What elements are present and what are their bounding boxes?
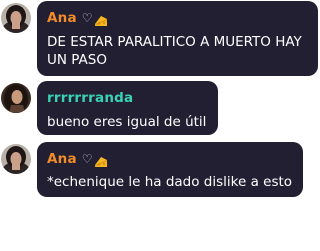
author-name[interactable]: Ana [47, 10, 77, 26]
heart-outline-icon: ♡ [81, 152, 93, 166]
author-row: Ana ♡ [47, 150, 293, 168]
author-name[interactable]: rrrrrrranda [47, 90, 133, 106]
message-text: DE ESTAR PARALITICO A MUERTO HAY UN PASO [47, 34, 302, 68]
chat-log: Ana ♡ DE ESTAR PARALITICO A MUERTO HAY U… [0, 0, 320, 251]
message-bubble: rrrrrrranda bueno eres igual de útil [37, 81, 218, 135]
heart-outline-icon: ♡ [81, 11, 93, 25]
cheese-icon [94, 153, 108, 167]
author-row: rrrrrrranda [47, 89, 208, 107]
author-row: Ana ♡ [47, 9, 308, 27]
author-name[interactable]: Ana [47, 151, 77, 167]
cheese-icon [94, 12, 108, 26]
message-bubble: Ana ♡ *echenique le ha dado dislike a es… [37, 142, 303, 197]
message-text: *echenique le ha dado dislike a esto [47, 174, 293, 190]
avatar[interactable] [1, 3, 31, 33]
avatar[interactable] [1, 144, 31, 174]
message-text: bueno eres igual de útil [47, 114, 207, 130]
message-bubble: Ana ♡ DE ESTAR PARALITICO A MUERTO HAY U… [37, 1, 318, 76]
avatar[interactable] [1, 83, 31, 113]
